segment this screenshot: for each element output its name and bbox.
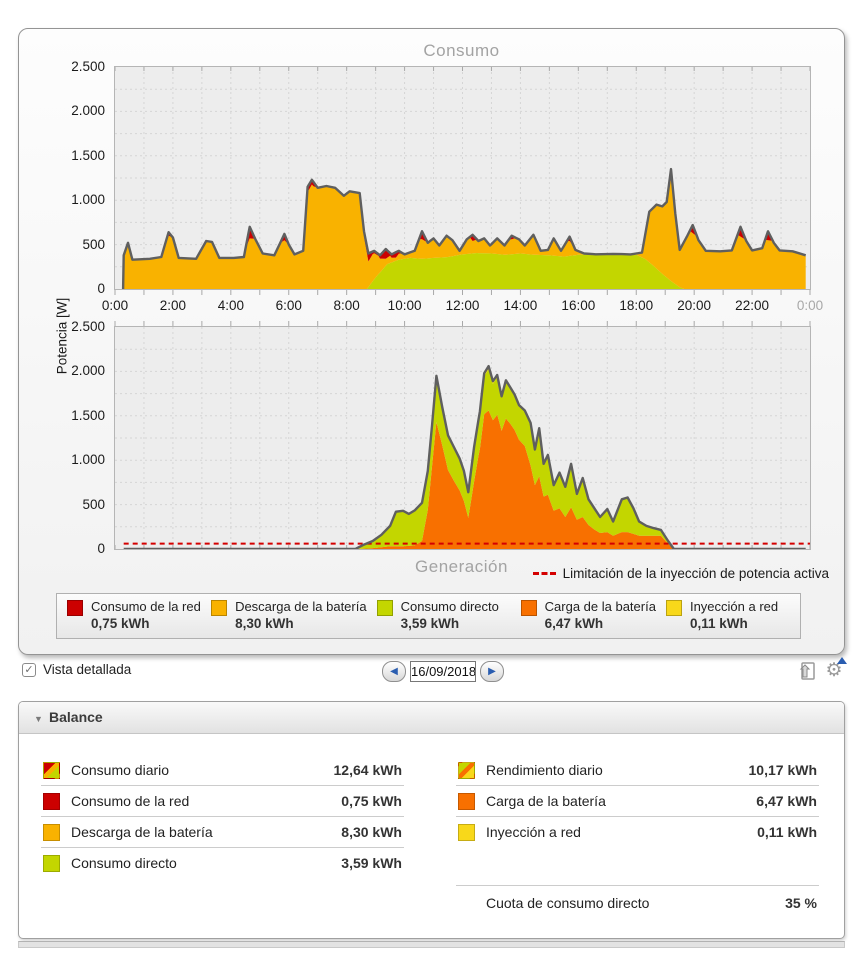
- daily-yield-swatch-icon: [458, 762, 475, 779]
- x-axis-tick-label: 6:00: [276, 298, 302, 313]
- controls-row: ✓ Vista detallada ◀ ▶ ⚙: [0, 660, 862, 686]
- y-axis-tick-label: 0: [45, 541, 105, 556]
- consumption-chart: [115, 67, 810, 289]
- balance-panel-header[interactable]: ▼ Balance: [19, 702, 844, 734]
- next-day-button[interactable]: ▶: [480, 661, 504, 682]
- battery-charge-swatch-icon: [521, 600, 537, 616]
- legend-item-grid-consumption: Consumo de la red 0,75 kWh: [57, 594, 201, 638]
- direct-consumption-swatch-icon: [377, 600, 393, 616]
- x-axis-tick-label: 2:00: [160, 298, 186, 313]
- generation-chart-plot: [114, 326, 811, 550]
- balance-left-column: Consumo diario 12,64 kWh Consumo de la r…: [41, 755, 404, 879]
- generation-chart: [115, 327, 810, 549]
- x-axis-tick-label: 0:00: [797, 298, 823, 313]
- limit-legend: Limitación de la inyección de potencia a…: [533, 566, 829, 581]
- balance-right-column: Rendimiento diario 10,17 kWh Carga de la…: [456, 755, 819, 848]
- balance-row-battery-discharge: Descarga de la batería 8,30 kWh: [41, 817, 404, 848]
- x-axis-tick-label: 20:00: [677, 298, 711, 313]
- toolbar-icons: ⚙: [796, 660, 845, 682]
- balance-footer-row: Cuota de consumo directo 35 %: [456, 885, 819, 916]
- x-axis-tick-label: 4:00: [218, 298, 244, 313]
- y-axis-tick-label: 500: [45, 237, 105, 252]
- battery-charge-swatch-icon: [458, 793, 475, 810]
- x-axis-tick-label: 18:00: [619, 298, 653, 313]
- x-axis-tick-label: 0:00: [102, 298, 128, 313]
- chart-legend: Consumo de la red 0,75 kWh Descarga de l…: [56, 593, 801, 639]
- consumption-chart-title: Consumo: [114, 41, 809, 61]
- legend-item-battery-charge: Carga de la batería 6,47 kWh: [511, 594, 656, 638]
- y-axis-tick-label: 500: [45, 497, 105, 512]
- gear-menu-arrow-icon: [837, 657, 847, 664]
- battery-discharge-swatch-icon: [43, 824, 60, 841]
- collapse-caret-icon: ▼: [34, 714, 43, 724]
- y-axis-tick-label: 0: [45, 281, 105, 296]
- x-axis-tick-label: 14:00: [504, 298, 538, 313]
- legend-item-direct-consumption: Consumo directo 3,59 kWh: [367, 594, 511, 638]
- balance-row-battery-charge: Carga de la batería 6,47 kWh: [456, 786, 819, 817]
- y-axis-tick-label: 1.500: [45, 148, 105, 163]
- grid-consumption-swatch-icon: [67, 600, 83, 616]
- grid-consumption-swatch-icon: [43, 793, 60, 810]
- y-axis-tick-label: 1.000: [45, 192, 105, 207]
- time-axis: 0:002:004:006:008:0010:0012:0014:0016:00…: [114, 290, 811, 326]
- x-axis-tick-label: 22:00: [735, 298, 769, 313]
- previous-day-button[interactable]: ◀: [382, 661, 406, 682]
- x-axis-tick-label: 8:00: [334, 298, 360, 313]
- balance-row-daily-consumption: Consumo diario 12,64 kWh: [41, 755, 404, 786]
- x-axis-tick-label: 16:00: [561, 298, 595, 313]
- consumption-chart-plot: [114, 66, 811, 290]
- grid-feedin-swatch-icon: [458, 824, 475, 841]
- grid-feedin-swatch-icon: [666, 600, 682, 616]
- chevron-right-icon: ▶: [488, 666, 496, 677]
- balance-panel-title: Balance: [49, 709, 103, 725]
- x-axis-tick-label: 10:00: [388, 298, 422, 313]
- battery-discharge-swatch-icon: [211, 600, 227, 616]
- y-axis-tick-label: 2.500: [45, 319, 105, 334]
- settings-button[interactable]: ⚙: [823, 660, 845, 682]
- direct-consumption-swatch-icon: [43, 855, 60, 872]
- limit-line-sample-icon: [533, 572, 556, 575]
- y-axis-tick-label: 1.500: [45, 408, 105, 423]
- legend-item-battery-discharge: Descarga de la batería 8,30 kWh: [201, 594, 367, 638]
- y-axis-tick-label: 2.000: [45, 363, 105, 378]
- balance-row-grid-feedin: Inyección a red 0,11 kWh: [456, 817, 819, 848]
- detail-view-checkbox[interactable]: ✓: [22, 663, 36, 677]
- check-icon: ✓: [24, 664, 33, 676]
- daily-consumption-swatch-icon: [43, 762, 60, 779]
- export-icon[interactable]: [796, 660, 815, 682]
- limit-legend-label: Limitación de la inyección de potencia a…: [563, 566, 829, 581]
- chevron-left-icon: ◀: [390, 666, 398, 677]
- balance-row-daily-yield: Rendimiento diario 10,17 kWh: [456, 755, 819, 786]
- chart-card: Consumo 0:00 2:00 4:00 6:00 8:00 10:00 12:00 14…: [18, 28, 845, 655]
- balance-row-grid-consumption: Consumo de la red 0,75 kWh: [41, 786, 404, 817]
- balance-row-direct-consumption: Consumo directo 3,59 kWh: [41, 848, 404, 879]
- next-panel-edge: [18, 941, 845, 948]
- y-axis-tick-label: 2.000: [45, 103, 105, 118]
- detail-view-label: Vista detallada: [43, 662, 131, 677]
- y-axis-tick-label: 1.000: [45, 452, 105, 467]
- date-input[interactable]: [410, 661, 476, 682]
- y-axis-tick-label: 2.500: [45, 59, 105, 74]
- x-axis-tick-label: 12:00: [446, 298, 480, 313]
- legend-item-grid-feedin: Inyección a red 0,11 kWh: [656, 594, 800, 638]
- balance-panel: ▼ Balance Consumo diario 12,64 kWh Consu…: [18, 701, 845, 939]
- page: Consumo 0:00 2:00 4:00 6:00 8:00 10:00 12:00 14…: [0, 0, 862, 979]
